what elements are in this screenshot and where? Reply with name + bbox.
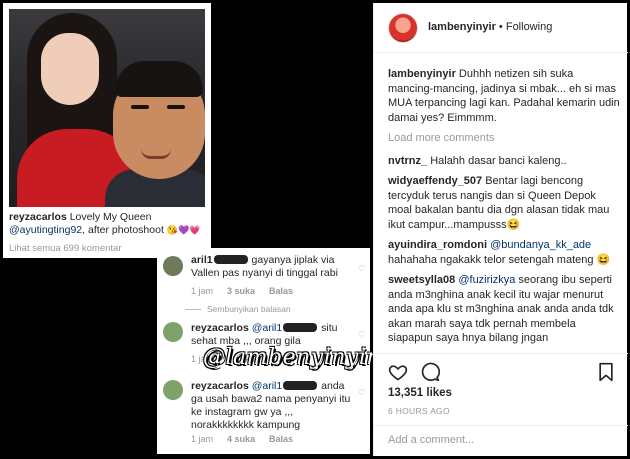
comment-likes[interactable]: 4 suka [227,434,255,444]
list-item: widyaeffendy_507 Bentar lagi bencong ter… [388,174,620,232]
comment-mention[interactable]: @bundanya_kk_ade [490,239,591,251]
view-all-comments-link[interactable]: Lihat semua 699 komentar [9,243,121,254]
following-button[interactable]: Following [506,21,552,33]
post-timestamp: 6 HOURS AGO [388,406,450,416]
comment-text: hahahaha ngakakk telor setengah mateng 😆 [388,253,611,266]
bookmark-icon[interactable] [596,362,616,382]
redaction-mark [213,255,248,264]
reply-button[interactable]: Balas [269,286,293,296]
caption-username[interactable]: reyzacarlos [9,211,67,223]
comment-username[interactable]: widyaeffendy_507 [388,175,482,187]
comment-username[interactable]: reyzacarlos [191,380,249,392]
caption-mention[interactable]: @ayutingting92 [9,224,82,236]
comment-row: reyzacarlos @aril1 anda ga usah bawa2 na… [163,378,365,450]
comment-mention[interactable]: @fuzirizkya [458,274,515,286]
avatar[interactable] [163,256,183,276]
heart-icon[interactable]: ♡ [358,264,365,273]
instagram-post-panel: lambenyinyir • Following lambenyinyir Du… [373,3,628,456]
header-username[interactable]: lambenyinyir [428,21,496,33]
avatar[interactable] [388,13,418,43]
comment-row: aril1 gayanya jiplak via Vallen pas nyan… [163,254,365,298]
hide-replies-link[interactable]: Sembunyikan balasan [185,304,291,314]
redaction-mark [283,381,318,390]
likes-count[interactable]: 13,351 likes [388,387,452,399]
comment-mention[interactable]: @aril1 [252,322,283,334]
comment-mention[interactable]: @aril1 [252,380,283,392]
comment-username[interactable]: ayuindira_romdoni [388,239,487,251]
redaction-mark [283,323,318,332]
comment-time: 1 jam [191,286,214,296]
watermark: @lambenyinyir [203,345,378,370]
heart-icon[interactable]: ♡ [358,388,365,397]
photo-post-card: reyzacarlos Lovely My Queen @ayutingting… [3,3,211,258]
avatar[interactable] [163,380,183,400]
add-comment-input[interactable] [388,434,612,446]
comment-icon[interactable] [420,362,440,382]
comments-list[interactable]: lambenyinyir Duhhh netizen sih suka manc… [388,67,620,353]
heart-icon[interactable] [388,362,408,382]
selfie-photo [9,9,205,207]
comment-username[interactable]: nvtrnz_ [388,155,427,167]
list-item: sweetsylla08 @fuzirizkya seorang ibu sep… [388,273,620,346]
add-comment-bar [374,425,628,456]
list-item: nvtrnz_ Halahh dasar banci kaleng.. [388,154,620,169]
comment-username[interactable]: reyzacarlos [191,322,249,334]
comment-likes[interactable]: 3 suka [227,286,255,296]
list-item: ayuindira_romdoni @bundanya_kk_ade hahah… [388,238,620,267]
reply-button[interactable]: Balas [269,434,293,444]
post-header: lambenyinyir • Following [374,3,628,53]
avatar[interactable] [163,322,183,342]
comment-time: 1 jam [191,434,214,444]
photo-caption: reyzacarlos Lovely My Queen @ayutingting… [9,211,207,237]
action-bar [374,353,628,387]
post-caption: lambenyinyir Duhhh netizen sih suka manc… [388,67,620,125]
comment-username[interactable]: aril1 [191,254,213,266]
comment-username[interactable]: sweetsylla08 [388,274,455,286]
heart-icon[interactable]: ♡ [358,330,365,339]
caption-text-2: , after photoshoot [82,224,164,236]
load-more-comments-button[interactable]: Load more comments [388,131,620,146]
comment-username[interactable]: lambenyinyir [388,68,456,80]
comment-text: Halahh dasar banci kaleng.. [430,154,567,167]
caption-text: Lovely My Queen [69,211,152,223]
caption-emojis: 😘💜💗 [166,225,201,235]
